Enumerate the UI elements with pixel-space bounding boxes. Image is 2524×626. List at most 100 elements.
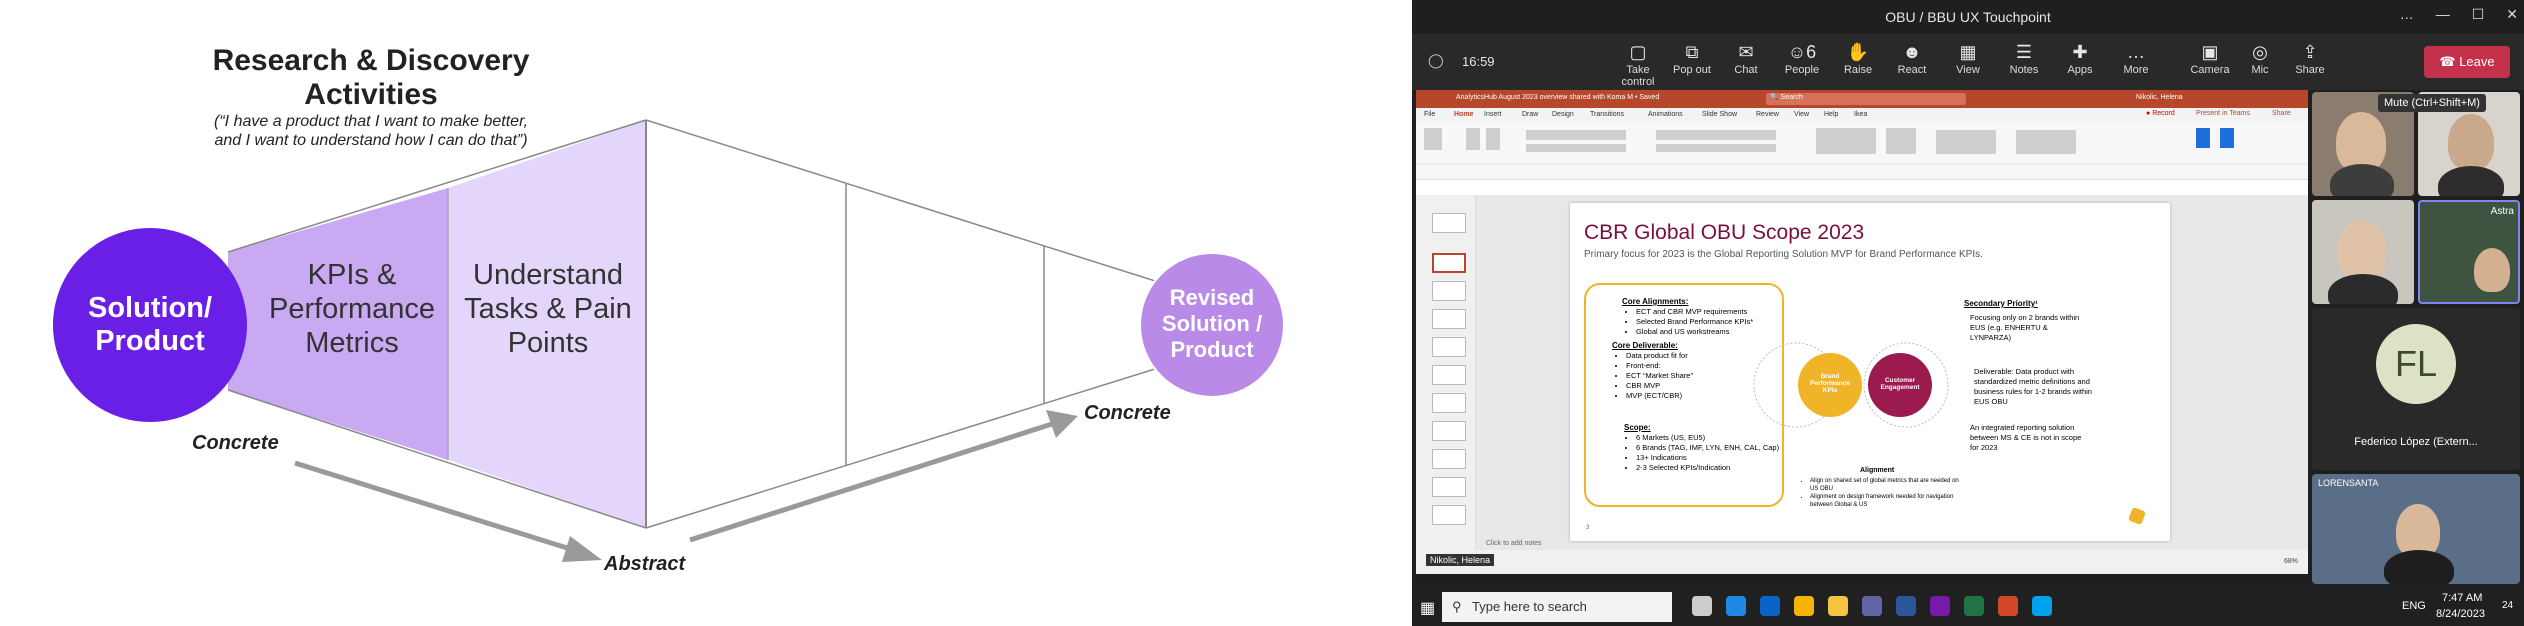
toolbar-label: View — [1956, 64, 1980, 76]
band-kpis-label: KPIs & Performance Metrics — [268, 259, 435, 359]
ppt-menu-insert[interactable]: Insert — [1484, 111, 1502, 118]
slide-thumb[interactable] — [1432, 253, 1466, 273]
toolbar-label: Take control — [1621, 64, 1655, 88]
slide-thumb[interactable] — [1432, 213, 1466, 233]
slide-thumb[interactable] — [1432, 393, 1466, 413]
ppt-menu-draw[interactable]: Draw — [1522, 111, 1538, 118]
circle-customer-label: Customer Engagement — [1880, 377, 1920, 391]
slide-thumb[interactable] — [1432, 365, 1466, 385]
ppt-menu-design[interactable]: Design — [1552, 111, 1574, 118]
view-button[interactable]: ▦ View — [1940, 40, 1996, 76]
raise-button[interactable]: ✋ Raise — [1830, 40, 1886, 76]
zoom-level[interactable]: 68% — [2284, 558, 2298, 565]
view-icon: ▦ — [1959, 42, 1977, 62]
shield-icon: ◯ — [1428, 52, 1444, 68]
circle-brand-kpis-label: Brand Performance KPIs — [1810, 373, 1850, 394]
participant-tile-3[interactable] — [2312, 200, 2414, 304]
outlook-icon[interactable] — [1760, 596, 1780, 616]
band-understand-label: Understand Tasks & Pain Points — [464, 259, 632, 359]
pop-out-button[interactable]: ⧉ Pop out — [1664, 40, 1720, 76]
task-view-icon[interactable] — [1692, 596, 1712, 616]
alignment-heading: Alignment — [1860, 467, 1895, 474]
slide-thumbnails — [1416, 195, 1476, 550]
more-options-icon[interactable]: … — [2400, 6, 2414, 23]
slide-thumb[interactable] — [1432, 449, 1466, 469]
label-abstract: Abstract — [604, 553, 686, 575]
edge-icon[interactable] — [1726, 596, 1746, 616]
share-button[interactable]: ⇪ Share — [2282, 40, 2338, 76]
windows-start-icon[interactable]: ▦ — [1420, 598, 1435, 618]
pop-out-icon: ⧉ — [1685, 42, 1699, 62]
chat-button[interactable]: ✉ Chat — [1718, 40, 1774, 76]
ppt-menu-file[interactable]: File — [1424, 111, 1435, 118]
participant-tile-astra[interactable]: Astra — [2418, 200, 2520, 304]
close-icon[interactable]: ✕ — [2506, 6, 2518, 23]
chrome-icon[interactable] — [1794, 596, 1814, 616]
more-button[interactable]: … More — [2108, 40, 2164, 76]
powerpoint-icon[interactable] — [1998, 596, 2018, 616]
toolbar-label: React — [1897, 64, 1927, 76]
arrow-to-concrete — [689, 421, 1053, 543]
taskbar-lang[interactable]: ENG — [2402, 600, 2426, 612]
slide-thumb[interactable] — [1432, 281, 1466, 301]
ppt-menu-review[interactable]: Review — [1756, 111, 1779, 118]
slide-thumb[interactable] — [1432, 477, 1466, 497]
participant-tile-5[interactable]: LORENSANTA — [2312, 474, 2520, 584]
take-control-button[interactable]: ▢ Take control — [1610, 40, 1666, 88]
explorer-icon[interactable] — [1828, 596, 1848, 616]
mic-button[interactable]: ◎ Mic — [2232, 40, 2288, 76]
taskbar-search-placeholder: Type here to search — [1472, 599, 1587, 614]
notes-placeholder[interactable]: Click to add notes — [1486, 540, 1542, 547]
slide[interactable]: CBR Global OBU Scope 2023 Primary focus … — [1570, 203, 2170, 541]
participant-name: Federico López (Extern... — [2354, 436, 2478, 448]
maximize-icon[interactable]: ☐ — [2472, 6, 2485, 23]
onenote-icon[interactable] — [1930, 596, 1950, 616]
slide-thumb[interactable] — [1432, 309, 1466, 329]
people-button[interactable]: ☺6 People — [1774, 40, 1830, 76]
toolbar-label: People — [1784, 64, 1820, 76]
take-control-icon: ▢ — [1629, 42, 1647, 62]
word-icon[interactable] — [1896, 596, 1916, 616]
participant-tile-fl[interactable]: FL Federico López (Extern... — [2312, 308, 2520, 470]
ppt-record-button[interactable]: ● Record — [2146, 110, 2175, 117]
ppt-menu-view[interactable]: View — [1794, 111, 1809, 118]
camera-button[interactable]: ▣ Camera — [2182, 40, 2238, 76]
circle-left-label: Solution/ Product — [87, 292, 213, 357]
ppt-titlebar: AnalyticsHub August 2023 overview shared… — [1416, 90, 2308, 108]
taskbar-search[interactable]: ⚲ Type here to search — [1442, 592, 1672, 622]
ppt-share-button[interactable]: Share — [2272, 110, 2291, 117]
taskbar-date[interactable]: 8/24/2023 — [2436, 608, 2485, 620]
snip-icon[interactable] — [2032, 596, 2052, 616]
excel-icon[interactable] — [1964, 596, 1984, 616]
toolbar-label: Notes — [2009, 64, 2039, 76]
slide-thumb[interactable] — [1432, 505, 1466, 525]
react-button[interactable]: ☻ React — [1884, 40, 1940, 76]
toolbar-label: Chat — [1734, 64, 1758, 76]
teams-icon[interactable] — [1862, 596, 1882, 616]
ppt-menu-ikea[interactable]: Ikea — [1854, 111, 1867, 118]
ppt-search[interactable]: 🔍 Search — [1766, 93, 1966, 105]
slide-thumb[interactable] — [1432, 337, 1466, 357]
toolbar-label: Mic — [2251, 64, 2269, 76]
leave-label: Leave — [2459, 54, 2495, 69]
taskbar-time[interactable]: 7:47 AM — [2442, 592, 2482, 604]
integrated-text: An integrated reporting solution between… — [1970, 423, 2082, 452]
notification-badge[interactable]: 24 — [2502, 600, 2513, 611]
ppt-menu-home[interactable]: Home — [1454, 111, 1473, 118]
slide-thumb[interactable] — [1432, 421, 1466, 441]
secondary-priority-text: Focusing only on 2 brands within EUS (e.… — [1970, 313, 2080, 342]
minimize-icon[interactable]: — — [2436, 6, 2450, 23]
ppt-user: Nikolic, Helena — [2136, 94, 2183, 101]
ppt-menu-slide-show[interactable]: Slide Show — [1702, 111, 1737, 118]
leave-button[interactable]: ☎ Leave — [2424, 46, 2510, 78]
apps-button[interactable]: ✚ Apps — [2052, 40, 2108, 76]
ppt-menu-animations[interactable]: Animations — [1648, 111, 1683, 118]
window-title: OBU / BBU UX Touchpoint — [1885, 9, 2051, 25]
notes-button[interactable]: ☰ Notes — [1996, 40, 2052, 76]
ppt-menu-transitions[interactable]: Transitions — [1590, 111, 1624, 118]
circle-right-label: Revised Solution / Product — [1161, 285, 1263, 362]
ppt-menu-help[interactable]: Help — [1824, 111, 1838, 118]
tile-brand-label: LORENSANTA — [2318, 478, 2379, 488]
list-item: Alignment on design framework needed for… — [1810, 493, 1960, 509]
ppt-present-teams-button[interactable]: Present in Teams — [2196, 110, 2250, 117]
